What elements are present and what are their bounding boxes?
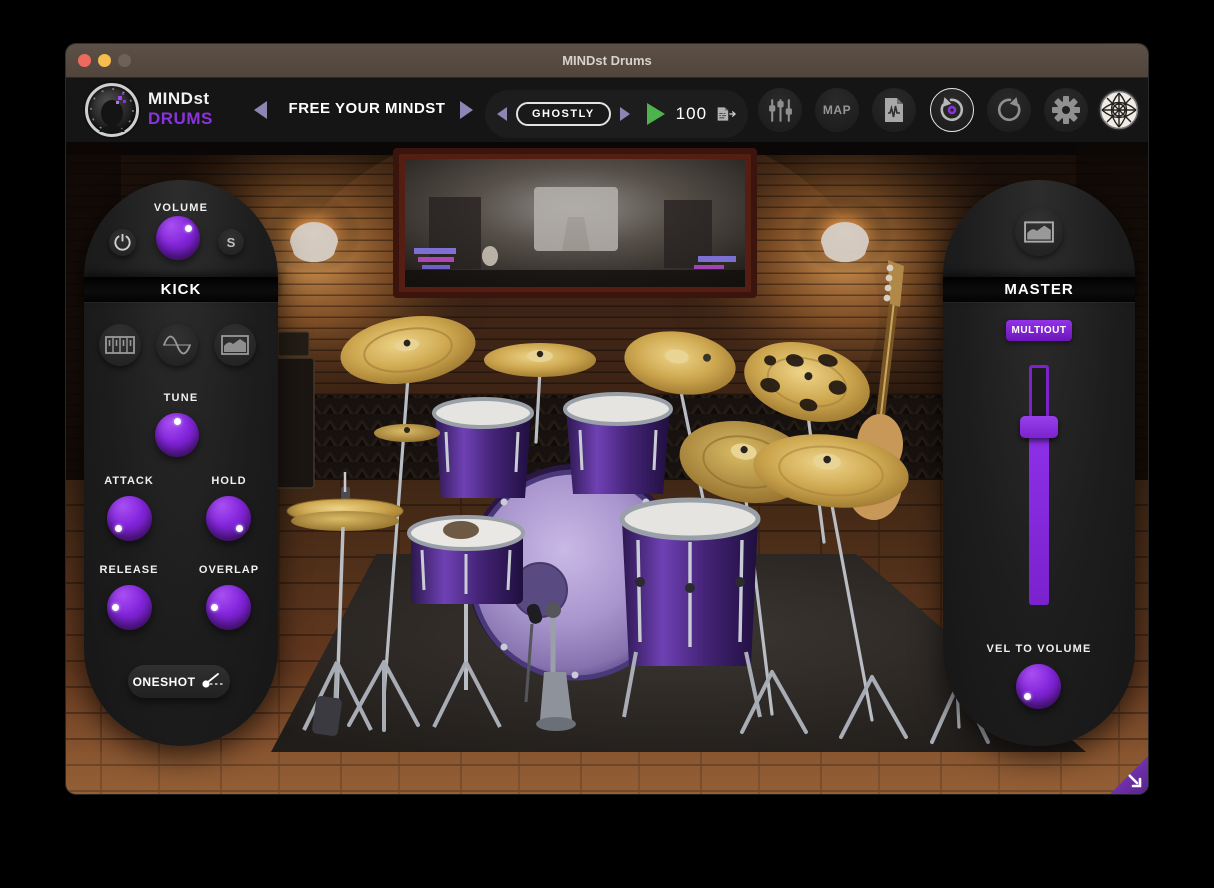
- crash-cymbal-center[interactable]: [484, 343, 596, 377]
- next-kit-arrow[interactable]: [620, 107, 630, 121]
- next-preset-arrow[interactable]: [460, 101, 473, 119]
- prev-kit-arrow[interactable]: [497, 107, 507, 121]
- kit-name-pill[interactable]: GHOSTLY: [516, 102, 611, 126]
- power-icon: [114, 234, 131, 251]
- sequencer-grid-icon: [105, 336, 135, 354]
- undo-button[interactable]: [930, 88, 974, 132]
- mixer-icon: [767, 97, 794, 124]
- oneshot-arrow-icon: [201, 673, 225, 691]
- power-button[interactable]: [109, 229, 136, 256]
- hold-label: HOLD: [184, 475, 274, 487]
- studio-scene: VOLUME S KICK: [66, 142, 1148, 794]
- fader-thumb[interactable]: [1020, 416, 1058, 438]
- plugin-window: MINDst Drums MINDst DRUMS FREE YOUR MIND…: [66, 44, 1148, 794]
- brand-text: MINDst DRUMS: [148, 89, 213, 129]
- mindst-logo-icon: [85, 83, 139, 137]
- pattern-ball-icon: [1099, 90, 1139, 130]
- settings-button[interactable]: [1044, 88, 1088, 132]
- oneshot-button[interactable]: ONESHOT: [128, 665, 230, 698]
- vel-to-volume-label: VEL TO VOLUME: [943, 643, 1135, 655]
- master-envelope-button[interactable]: [1015, 208, 1063, 256]
- preset-name[interactable]: FREE YOUR MINDST: [278, 100, 456, 117]
- toolbar: MINDst DRUMS FREE YOUR MINDST GHOSTLY 10…: [66, 78, 1148, 142]
- groove-file-icon: [883, 97, 905, 123]
- rack-tom-2[interactable]: [565, 394, 671, 494]
- kick-release-knob[interactable]: [107, 585, 152, 630]
- pattern-ball-button[interactable]: [1098, 89, 1140, 131]
- map-label: MAP: [823, 103, 851, 117]
- rack-tom-1[interactable]: [434, 399, 532, 498]
- kick-volume-knob[interactable]: [156, 216, 200, 260]
- kick-title-band: KICK: [84, 277, 278, 302]
- window-title: MINDst Drums: [66, 44, 1148, 78]
- envelope-button[interactable]: [214, 324, 256, 366]
- midi-export-icon[interactable]: [716, 100, 736, 128]
- attack-label: ATTACK: [84, 475, 174, 487]
- volume-label: VOLUME: [84, 202, 278, 214]
- sequencer-button[interactable]: [99, 324, 141, 366]
- kick-channel-panel: VOLUME S KICK: [84, 180, 278, 746]
- redo-icon: [995, 96, 1023, 124]
- multiout-button[interactable]: MULTIOUT: [1006, 320, 1072, 341]
- solo-button[interactable]: S: [218, 229, 244, 255]
- envelope-icon: [1024, 221, 1054, 243]
- kick-hold-knob[interactable]: [206, 496, 251, 541]
- oneshot-label: ONESHOT: [133, 675, 196, 689]
- mixer-button[interactable]: [758, 88, 802, 132]
- master-panel: MASTER MULTIOUT VEL TO VOLUME: [943, 180, 1135, 746]
- bpm-value[interactable]: 100: [676, 104, 707, 124]
- master-volume-fader[interactable]: [1029, 365, 1049, 605]
- overlap-label: OVERLAP: [184, 564, 274, 576]
- transport-bar: GHOSTLY 100: [485, 90, 748, 138]
- amp-cabinet: [274, 332, 314, 488]
- settings-gear-icon: [1051, 95, 1081, 125]
- wall-lamp-right: [797, 194, 893, 274]
- map-button[interactable]: MAP: [815, 88, 859, 132]
- groove-file-button[interactable]: [872, 88, 916, 132]
- tune-label: TUNE: [84, 392, 278, 404]
- fader-fill: [1029, 435, 1049, 605]
- kick-tune-knob[interactable]: [155, 413, 199, 457]
- prev-preset-arrow[interactable]: [254, 101, 267, 119]
- solo-label: S: [227, 235, 236, 250]
- release-label: RELEASE: [84, 564, 174, 576]
- wave-button[interactable]: [156, 324, 198, 366]
- titlebar: MINDst Drums: [66, 44, 1148, 78]
- undo-icon: [938, 96, 966, 124]
- play-button[interactable]: [647, 103, 665, 125]
- studio-tv: [393, 148, 757, 298]
- kick-attack-knob[interactable]: [107, 496, 152, 541]
- splash-cymbal[interactable]: [374, 424, 440, 442]
- vel-to-volume-knob[interactable]: [1016, 664, 1061, 709]
- sine-wave-icon: [162, 334, 192, 356]
- master-title-band: MASTER: [943, 277, 1135, 302]
- wall-lamp-left: [266, 194, 362, 274]
- kick-overlap-knob[interactable]: [206, 585, 251, 630]
- envelope-icon: [221, 335, 249, 355]
- redo-button[interactable]: [987, 88, 1031, 132]
